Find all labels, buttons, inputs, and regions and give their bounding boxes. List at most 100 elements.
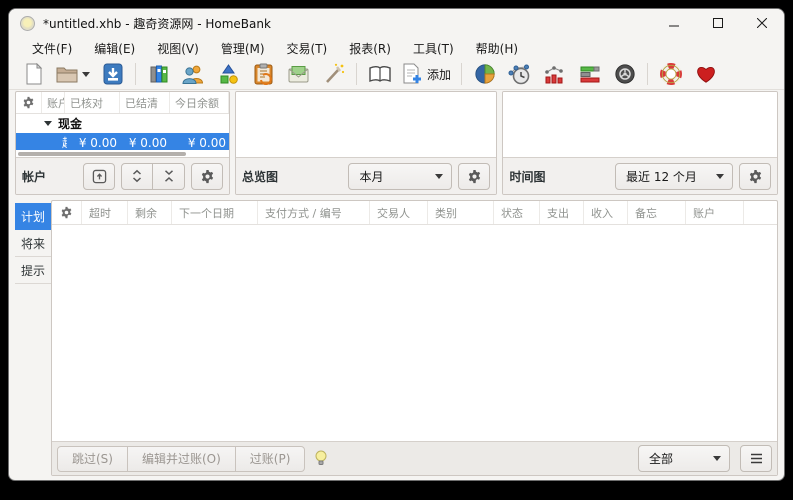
balance-report-button[interactable] [538, 61, 571, 88]
accounts-col-today[interactable]: 今日余额 [170, 92, 229, 113]
scheduled-columns-gear-button[interactable] [52, 201, 82, 224]
toolbar-separator [461, 63, 462, 85]
trendtime-report-button[interactable] [503, 61, 536, 88]
scheduled-table-header: 超时 剩余 下一个日期 支付方式 / 编号 交易人 类别 状态 支出 收入 备忘… [52, 201, 777, 225]
accounts-settings-button[interactable] [191, 163, 223, 190]
scheduled-footer-bar: 跳过(S) 编辑并过账(O) 过账(P) 全部 [52, 441, 777, 475]
accounts-col-account[interactable]: 账户 [42, 92, 65, 113]
homebank-app-icon [20, 16, 35, 31]
manage-categories-button[interactable] [212, 61, 245, 88]
account-name: 趣奇... [16, 134, 67, 150]
scheduled-clipboard-icon [253, 63, 274, 85]
toolbar-separator [356, 63, 357, 85]
assign-wand-icon [323, 63, 345, 85]
tree-expander-icon[interactable] [44, 121, 52, 126]
menu-tools[interactable]: 工具(T) [402, 38, 465, 59]
help-button[interactable] [654, 61, 687, 88]
payees-icon [182, 64, 205, 84]
col-overdue[interactable]: 超时 [82, 201, 128, 224]
account-row-selected[interactable]: 趣奇... ¥ 0.00 ¥ 0.00 ¥ 0.00 [16, 133, 229, 150]
open-folder-icon [56, 64, 78, 84]
scheduled-filter-dropdown[interactable]: 全部 [638, 445, 730, 472]
budget-report-button[interactable] [573, 61, 606, 88]
menu-edit[interactable]: 编辑(E) [83, 38, 146, 59]
time-range-dropdown[interactable]: 最近 12 个月 [615, 163, 733, 190]
col-memo[interactable]: 备忘 [628, 201, 686, 224]
col-status[interactable]: 状态 [494, 201, 540, 224]
time-settings-button[interactable] [739, 163, 771, 190]
col-account[interactable]: 账户 [686, 201, 744, 224]
collapse-all-button[interactable] [153, 163, 185, 190]
menu-view[interactable]: 视图(V) [146, 38, 210, 59]
balance-chart-icon [543, 63, 566, 85]
col-next-date[interactable]: 下一个日期 [172, 201, 258, 224]
overview-chart-area [236, 92, 496, 157]
accounts-col-reconciled[interactable]: 已核对 [65, 92, 120, 113]
manage-accounts-button[interactable] [142, 61, 175, 88]
manage-assignments-button[interactable] [317, 61, 350, 88]
scheduled-filter-value: 全部 [649, 450, 673, 467]
gear-icon [60, 206, 73, 219]
scheduled-list-empty[interactable] [52, 225, 777, 441]
menu-help[interactable]: 帮助(H) [465, 38, 529, 59]
accounts-hscrollbar[interactable] [16, 150, 229, 157]
close-button[interactable] [740, 9, 784, 37]
open-recent-dropdown-arrow[interactable] [82, 72, 90, 77]
menu-transactions[interactable]: 交易(T) [276, 38, 339, 59]
time-label: 时间图 [509, 168, 545, 185]
new-file-button[interactable] [17, 61, 50, 88]
col-category[interactable]: 类别 [428, 201, 494, 224]
gear-icon [200, 169, 215, 184]
post-button[interactable]: 过账(P) [236, 446, 306, 472]
accounts-columns-gear-button[interactable] [16, 92, 42, 113]
menu-file[interactable]: 文件(F) [21, 38, 83, 59]
col-expense[interactable]: 支出 [540, 201, 584, 224]
edit-and-post-button[interactable]: 编辑并过账(O) [128, 446, 236, 472]
add-transaction-button[interactable]: 添加 [398, 61, 455, 88]
add-transaction-label: 添加 [427, 66, 451, 83]
col-remaining[interactable]: 剩余 [128, 201, 172, 224]
tab-future[interactable]: 将来 [15, 230, 51, 257]
col-payee[interactable]: 交易人 [370, 201, 428, 224]
menu-reports[interactable]: 报表(R) [338, 38, 402, 59]
bottom-tabstrip: 计划 将来 提示 [15, 200, 51, 476]
scheduled-menu-button[interactable] [740, 445, 772, 472]
overview-range-dropdown[interactable]: 本月 [348, 163, 452, 190]
overview-settings-button[interactable] [458, 163, 490, 190]
col-payment-number[interactable]: 支付方式 / 编号 [258, 201, 370, 224]
manage-payees-button[interactable] [177, 61, 210, 88]
manage-budget-button[interactable] [282, 61, 315, 88]
statistics-report-button[interactable] [468, 61, 501, 88]
title-bar[interactable]: *untitled.xhb - 趣奇资源网 - HomeBank [9, 9, 784, 37]
tab-scheduled[interactable]: 计划 [15, 203, 51, 230]
vehicle-cost-button[interactable] [608, 61, 641, 88]
accounts-panel-footer: 帐户 [16, 157, 229, 194]
tab-tips[interactable]: 提示 [15, 257, 51, 284]
maximize-button[interactable] [696, 9, 740, 37]
skip-button[interactable]: 跳过(S) [57, 446, 128, 472]
open-file-button[interactable] [52, 61, 94, 88]
top-panels: 账户 已核对 已结清 今日余额 现金 趣奇... ¥ 0.00 ¥ 0.00 ¥… [9, 90, 784, 198]
lifebuoy-help-icon [660, 63, 682, 85]
gear-icon [748, 169, 763, 184]
accounts-table-header: 账户 已核对 已结清 今日余额 [16, 92, 229, 114]
scheduled-transactions-button[interactable] [247, 61, 280, 88]
accounts-books-icon [148, 64, 170, 84]
account-today-value: ¥ 0.00 [172, 136, 229, 150]
save-file-button[interactable] [96, 61, 129, 88]
desktop-background: *untitled.xhb - 趣奇资源网 - HomeBank 文件(F) 编… [0, 0, 793, 500]
account-cleared-value: ¥ 0.00 [122, 136, 172, 150]
add-transaction-icon [402, 63, 423, 85]
minimize-button[interactable] [652, 9, 696, 37]
donate-button[interactable] [689, 61, 722, 88]
menu-manage[interactable]: 管理(M) [210, 38, 276, 59]
account-group-row[interactable]: 现金 [16, 114, 229, 133]
expand-all-button[interactable] [121, 163, 153, 190]
show-ledger-button[interactable] [363, 61, 396, 88]
open-ledger-button[interactable] [83, 163, 115, 190]
accounts-col-cleared[interactable]: 已结清 [120, 92, 170, 113]
hscrollbar-thumb[interactable] [18, 152, 186, 156]
overview-panel-footer: 总览图 本月 [236, 157, 496, 194]
col-income[interactable]: 收入 [584, 201, 628, 224]
accounts-list: 现金 趣奇... ¥ 0.00 ¥ 0.00 ¥ 0.00 [16, 114, 229, 150]
